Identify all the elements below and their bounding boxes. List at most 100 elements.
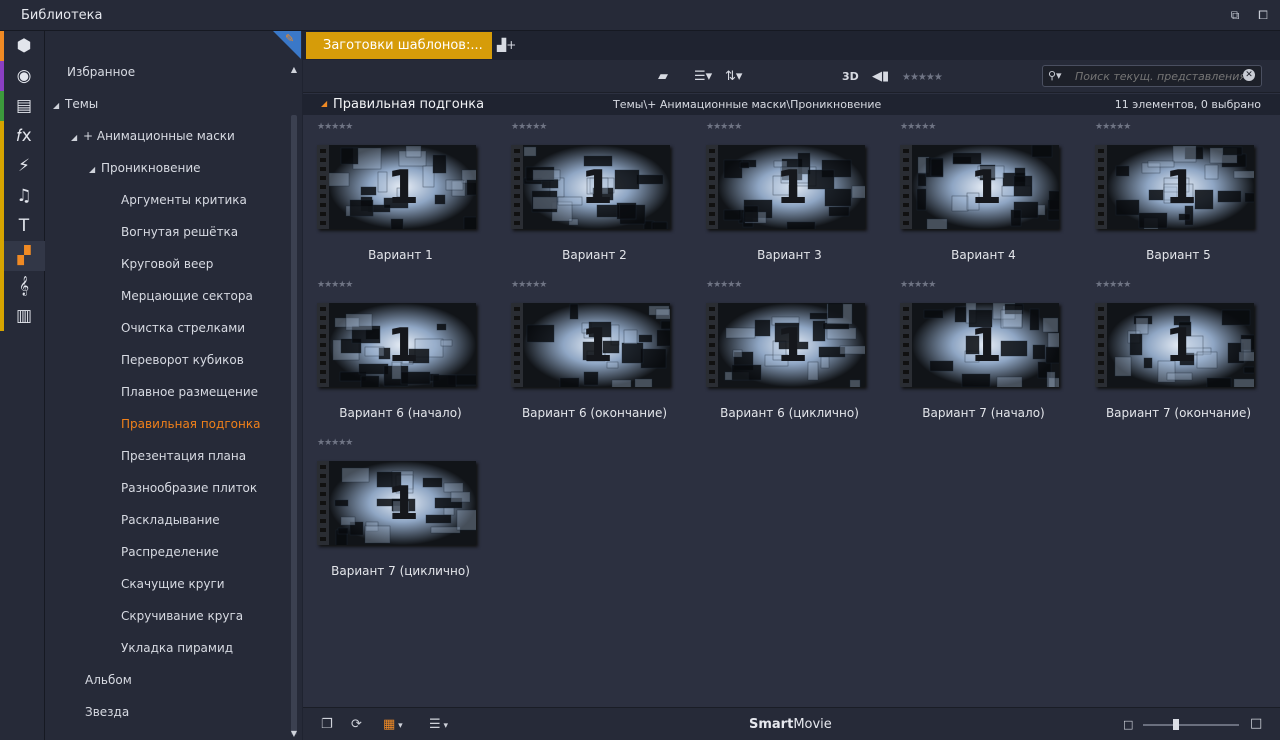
- rating-filter-stars[interactable]: ★★★★★: [902, 70, 943, 86]
- list-view-dropdown-icon[interactable]: ☰▾: [694, 69, 712, 85]
- template-thumbnail[interactable]: 1: [511, 145, 670, 229]
- item-rating-stars[interactable]: ★★★★★: [511, 122, 547, 132]
- scrollbar-thumb[interactable]: [291, 115, 297, 735]
- zoom-large-icon[interactable]: □: [1250, 716, 1262, 731]
- smartmovie-button[interactable]: SmartMovie: [749, 717, 832, 732]
- treble-clef-icon[interactable]: 𝄞: [12, 275, 36, 297]
- piano-icon[interactable]: ▥: [12, 305, 36, 327]
- zoom-small-icon[interactable]: □: [1123, 718, 1133, 731]
- template-item[interactable]: ★★★★★ 1 Вариант 7 (начало): [886, 277, 1081, 435]
- scroll-down-icon[interactable]: ▼: [289, 729, 299, 739]
- tree-item-album[interactable]: Альбом: [45, 669, 285, 691]
- scroll-up-icon[interactable]: ▲: [289, 65, 299, 75]
- music-note-icon[interactable]: ♫: [12, 185, 36, 207]
- tree-scrollbar[interactable]: ▲ ▼: [289, 59, 299, 738]
- copy-icon[interactable]: ❐: [321, 717, 333, 732]
- details-view-icon[interactable]: ☰ ▾: [429, 717, 448, 732]
- lightning-icon[interactable]: ⚡: [12, 155, 36, 177]
- item-rating-stars[interactable]: ★★★★★: [706, 280, 742, 290]
- clear-search-icon[interactable]: ✕: [1243, 69, 1255, 81]
- film-reel-icon[interactable]: ◉: [12, 65, 36, 87]
- item-rating-stars[interactable]: ★★★★★: [900, 122, 936, 132]
- tree-item[interactable]: Круговой веер: [45, 253, 285, 275]
- template-item[interactable]: ★★★★★ 1 Вариант 6 (начало): [303, 277, 498, 435]
- expand-triangle-icon[interactable]: ◢: [89, 159, 101, 181]
- template-thumbnail[interactable]: 1: [317, 303, 476, 387]
- grid-view-icon[interactable]: ▦ ▾: [383, 717, 403, 732]
- category-media-stack[interactable]: ▤: [0, 91, 45, 121]
- item-rating-stars[interactable]: ★★★★★: [511, 280, 547, 290]
- tree-item-penetration[interactable]: ◢ Проникновение: [45, 157, 285, 179]
- search-icon[interactable]: ⚲▾: [1048, 69, 1062, 82]
- tree-item[interactable]: Мерцающие сектора: [45, 285, 285, 307]
- tree-item[interactable]: Переворот кубиков: [45, 349, 285, 371]
- category-lightning[interactable]: ⚡: [0, 151, 45, 181]
- item-rating-stars[interactable]: ★★★★★: [706, 122, 742, 132]
- category-fx[interactable]: 𝑓x: [0, 121, 45, 151]
- zoom-slider-knob[interactable]: [1173, 719, 1179, 730]
- tree-item[interactable]: Аргументы критика: [45, 189, 285, 211]
- template-thumbnail[interactable]: 1: [511, 303, 670, 387]
- tree-item[interactable]: Очистка стрелками: [45, 317, 285, 339]
- media-stack-icon[interactable]: ▤: [12, 95, 36, 117]
- tree-item[interactable]: Презентация плана: [45, 445, 285, 467]
- sort-dropdown-icon[interactable]: ⇅▾: [725, 69, 742, 85]
- tab-templates[interactable]: Заготовки шаблонов:...: [306, 32, 492, 59]
- 3d-filter-button[interactable]: 3D: [842, 69, 859, 85]
- tree-item-anim-masks[interactable]: ◢ + Анимационные маски: [45, 125, 285, 147]
- category-box[interactable]: ⬢: [0, 31, 45, 61]
- template-item[interactable]: ★★★★★ 1 Вариант 1: [303, 119, 498, 277]
- template-thumbnail[interactable]: 1: [900, 145, 1059, 229]
- template-item[interactable]: ★★★★★ 1 Вариант 4: [886, 119, 1081, 277]
- tree-item[interactable]: Скручивание круга: [45, 605, 285, 627]
- category-music-note[interactable]: ♫: [0, 181, 45, 211]
- collapse-triangle-icon[interactable]: ◢: [321, 99, 327, 108]
- template-thumbnail[interactable]: 1: [317, 145, 476, 229]
- pin-icon[interactable]: ✎: [285, 32, 299, 46]
- template-thumbnail[interactable]: 1: [900, 303, 1059, 387]
- tree-item[interactable]: Правильная подгонка: [45, 413, 285, 435]
- tree-item[interactable]: Распределение: [45, 541, 285, 563]
- template-thumbnail[interactable]: 1: [317, 461, 476, 545]
- text-icon[interactable]: T: [12, 215, 36, 237]
- tree-item[interactable]: Плавное размещение: [45, 381, 285, 403]
- zoom-slider[interactable]: [1143, 719, 1239, 730]
- template-item[interactable]: ★★★★★ 1 Вариант 7 (окончание): [1081, 277, 1276, 435]
- template-thumbnail[interactable]: 1: [1095, 145, 1254, 229]
- search-box[interactable]: ⚲▾ ✕: [1042, 65, 1262, 87]
- item-rating-stars[interactable]: ★★★★★: [317, 438, 353, 448]
- expand-triangle-icon[interactable]: ◢: [71, 127, 83, 149]
- template-item[interactable]: ★★★★★ 1 Вариант 7 (циклично): [303, 435, 498, 593]
- template-thumbnail[interactable]: 1: [1095, 303, 1254, 387]
- template-thumbnail[interactable]: 1: [706, 145, 865, 229]
- item-rating-stars[interactable]: ★★★★★: [1095, 280, 1131, 290]
- folder-icon[interactable]: ▰: [658, 69, 668, 85]
- fx-icon[interactable]: 𝑓x: [12, 125, 36, 147]
- category-templates[interactable]: ▞: [0, 241, 45, 271]
- template-thumbnail[interactable]: 1: [706, 303, 865, 387]
- tree-item[interactable]: Разнообразие плиток: [45, 477, 285, 499]
- templates-icon[interactable]: ▞: [12, 245, 36, 267]
- tree-item[interactable]: Скачущие круги: [45, 573, 285, 595]
- add-tab-icon[interactable]: ▟+: [497, 38, 516, 52]
- template-item[interactable]: ★★★★★ 1 Вариант 6 (окончание): [497, 277, 692, 435]
- template-item[interactable]: ★★★★★ 1 Вариант 6 (циклично): [692, 277, 887, 435]
- tree-item[interactable]: Укладка пирамид: [45, 637, 285, 659]
- box-icon[interactable]: ⬢: [12, 35, 36, 57]
- template-item[interactable]: ★★★★★ 1 Вариант 5: [1081, 119, 1276, 277]
- item-rating-stars[interactable]: ★★★★★: [1095, 122, 1131, 132]
- item-rating-stars[interactable]: ★★★★★: [900, 280, 936, 290]
- restore-window-icon[interactable]: ⧉: [1228, 8, 1242, 22]
- category-piano[interactable]: ▥: [0, 301, 45, 331]
- item-rating-stars[interactable]: ★★★★★: [317, 280, 353, 290]
- template-item[interactable]: ★★★★★ 1 Вариант 2: [497, 119, 692, 277]
- search-input[interactable]: [1075, 68, 1243, 84]
- tree-item-themes[interactable]: ◢ Темы: [45, 93, 285, 115]
- category-film-reel[interactable]: ◉: [0, 61, 45, 91]
- refresh-icon[interactable]: ⟳: [351, 717, 362, 732]
- tree-item[interactable]: Вогнутая решётка: [45, 221, 285, 243]
- tree-item-favorites[interactable]: Избранное: [45, 61, 285, 83]
- category-treble-clef[interactable]: 𝄞: [0, 271, 45, 301]
- detach-window-icon[interactable]: ⧠: [1256, 8, 1270, 22]
- tree-item-star[interactable]: Звезда: [45, 701, 285, 723]
